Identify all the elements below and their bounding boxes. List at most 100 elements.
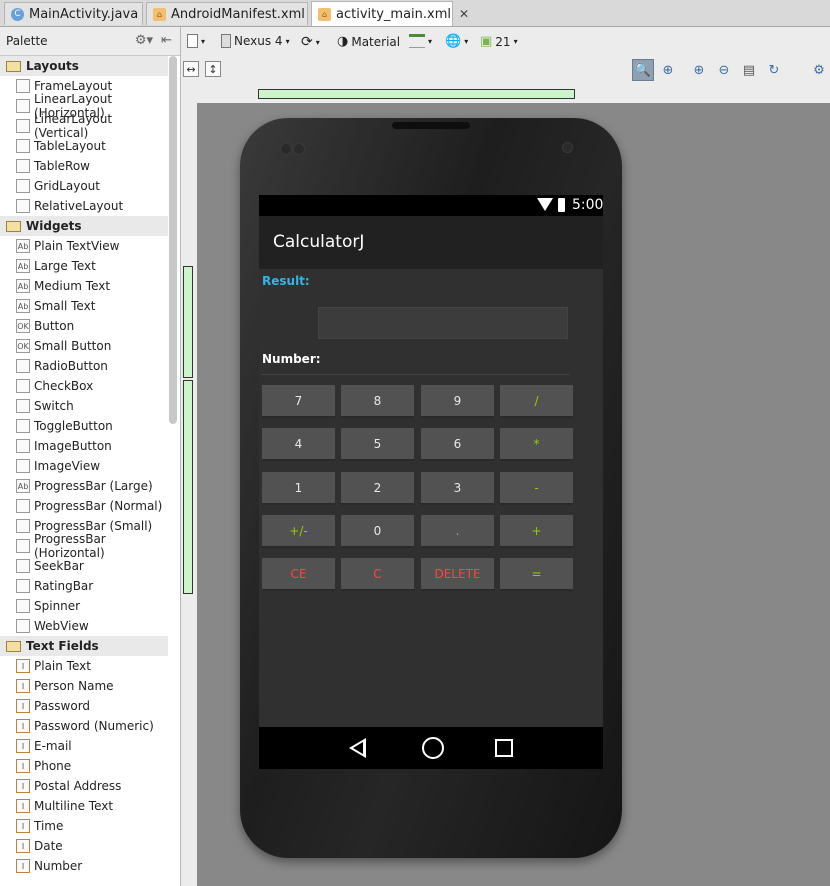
palette-item-label: LinearLayout (Vertical): [34, 112, 113, 140]
calc-key[interactable]: 6: [421, 428, 494, 461]
calc-key[interactable]: *: [500, 428, 573, 461]
palette-item[interactable]: OK Small Button: [0, 336, 168, 356]
result-display[interactable]: [318, 307, 568, 339]
palette-item[interactable]: ProgressBar (Normal): [0, 496, 168, 516]
palette-item[interactable]: I Password: [0, 696, 168, 716]
palette-item-label: Phone: [34, 759, 72, 773]
calc-key[interactable]: 3: [421, 472, 494, 505]
api-level-selector[interactable]: ▣ 21 ▾: [480, 34, 518, 49]
tab-activity-main[interactable]: ⌂ activity_main.xml ✕: [311, 1, 469, 26]
palette-scrollbar[interactable]: [169, 56, 177, 424]
palette-group[interactable]: Widgets: [0, 216, 168, 236]
palette-item-label: Plain Text: [34, 659, 91, 673]
calc-key[interactable]: +/-: [262, 515, 335, 548]
zoom-out-icon[interactable]: ⊖: [713, 59, 735, 81]
activity-selector[interactable]: ▾: [409, 34, 432, 48]
palette-item[interactable]: RadioButton: [0, 356, 168, 376]
palette-item[interactable]: ProgressBar (Horizontal): [0, 532, 168, 560]
calc-key[interactable]: -: [500, 472, 573, 505]
palette-item-label: ImageView: [34, 459, 101, 473]
palette-item[interactable]: I Time: [0, 816, 168, 836]
refresh-icon[interactable]: ↻: [763, 59, 785, 81]
vertical-guide-bottom: [183, 380, 193, 594]
theme-selector[interactable]: ◑ Material: [337, 34, 400, 49]
designer-toolbar-secondary: ↔ ↕ 🔍 ⊕ ⊕ ⊖ ▤ ↻ ⚙: [181, 57, 830, 83]
calc-key[interactable]: 4: [262, 428, 335, 461]
palette-item[interactable]: ImageButton: [0, 436, 168, 456]
hide-panel-icon[interactable]: ⇤: [161, 33, 172, 48]
calc-key[interactable]: 2: [341, 472, 414, 505]
calc-key[interactable]: /: [500, 385, 573, 418]
palette-item[interactable]: Switch: [0, 396, 168, 416]
palette-header: Palette ⚙▾ ⇤: [0, 27, 180, 56]
palette-item[interactable]: WebView: [0, 616, 168, 636]
gear-icon[interactable]: ⚙▾: [135, 33, 153, 48]
palette-item[interactable]: I Multiline Text: [0, 796, 168, 816]
calc-key[interactable]: 8: [341, 385, 414, 418]
device-selector[interactable]: Nexus 4 ▾: [221, 34, 290, 48]
palette-item[interactable]: Ab Medium Text: [0, 276, 168, 296]
palette-item[interactable]: ImageView: [0, 456, 168, 476]
palette-item[interactable]: I Number: [0, 856, 168, 876]
palette-item[interactable]: I Date: [0, 836, 168, 856]
calc-key[interactable]: 7: [262, 385, 335, 418]
widget-icon: [16, 399, 30, 413]
palette-item[interactable]: Ab Large Text: [0, 256, 168, 276]
palette-item-label: Small Text: [34, 299, 96, 313]
recents-icon[interactable]: [495, 739, 513, 757]
calc-key[interactable]: +: [500, 515, 573, 548]
palette-item[interactable]: RatingBar: [0, 576, 168, 596]
zoom-actual-icon[interactable]: ⊕: [657, 59, 679, 81]
calc-key[interactable]: 1: [262, 472, 335, 505]
palette-item-label: SeekBar: [34, 559, 84, 573]
palette-item[interactable]: CheckBox: [0, 376, 168, 396]
fit-height-icon[interactable]: ↕: [205, 61, 221, 77]
palette-item[interactable]: TableRow: [0, 156, 168, 176]
palette-item[interactable]: I Person Name: [0, 676, 168, 696]
device-icon: [187, 34, 198, 48]
palette-item-label: CheckBox: [34, 379, 94, 393]
calc-key[interactable]: 5: [341, 428, 414, 461]
horizontal-guide: [258, 89, 575, 99]
locale-selector[interactable]: 🌐 ▾: [445, 34, 468, 49]
palette-group[interactable]: Layouts: [0, 56, 168, 76]
palette-group[interactable]: Text Fields: [0, 636, 168, 656]
widget-icon: I: [16, 799, 30, 813]
calc-key[interactable]: C: [341, 558, 414, 591]
calc-key[interactable]: DELETE: [421, 558, 494, 591]
palette-item[interactable]: Ab ProgressBar (Large): [0, 476, 168, 496]
palette-item[interactable]: GridLayout: [0, 176, 168, 196]
calc-key[interactable]: 0: [341, 515, 414, 548]
palette-item[interactable]: I Plain Text: [0, 656, 168, 676]
palette-item[interactable]: ToggleButton: [0, 416, 168, 436]
orientation-selector[interactable]: ⟳ ▾: [301, 34, 320, 50]
app-bar: CalculatorJ: [259, 216, 603, 269]
close-icon[interactable]: ✕: [459, 7, 469, 21]
palette-item[interactable]: Ab Plain TextView: [0, 236, 168, 256]
palette-item[interactable]: LinearLayout (Vertical): [0, 112, 168, 140]
tab-androidmanifest[interactable]: ⌂ AndroidManifest.xml ✕: [146, 2, 323, 25]
palette-item[interactable]: Spinner: [0, 596, 168, 616]
palette-item[interactable]: RelativeLayout: [0, 196, 168, 216]
palette-item[interactable]: I E-mail: [0, 736, 168, 756]
rotate-icon: ⟳: [301, 34, 313, 50]
calc-key[interactable]: =: [500, 558, 573, 591]
device-screen[interactable]: 5:00 CalculatorJ Result: Number: 7 8 9/ 4 5 6…: [259, 195, 603, 769]
fit-width-icon[interactable]: ↔: [183, 61, 199, 77]
calc-key[interactable]: CE: [262, 558, 335, 591]
palette-item[interactable]: I Postal Address: [0, 776, 168, 796]
palette-item[interactable]: OK Button: [0, 316, 168, 336]
widget-icon: I: [16, 699, 30, 713]
settings-icon[interactable]: ⚙: [808, 59, 830, 81]
virtual-device-button[interactable]: ▾: [187, 34, 205, 48]
home-icon[interactable]: [422, 737, 444, 759]
zoom-fit-icon[interactable]: 🔍: [632, 59, 654, 81]
palette-item[interactable]: I Password (Numeric): [0, 716, 168, 736]
palette-item[interactable]: Ab Small Text: [0, 296, 168, 316]
screenshot-icon[interactable]: ▤: [738, 59, 760, 81]
calc-key[interactable]: 9: [421, 385, 494, 418]
zoom-in-icon[interactable]: ⊕: [688, 59, 710, 81]
calc-key[interactable]: .: [421, 515, 494, 548]
tab-mainactivity[interactable]: C MainActivity.java ✕: [4, 2, 156, 25]
palette-item[interactable]: I Phone: [0, 756, 168, 776]
